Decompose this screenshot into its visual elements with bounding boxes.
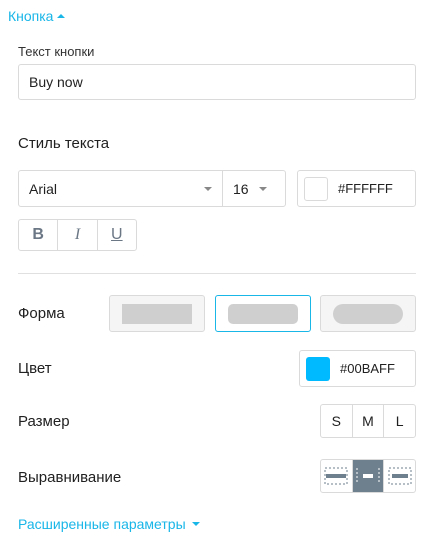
italic-button[interactable]: I: [58, 220, 98, 250]
font-size-value: 16: [233, 180, 249, 197]
button-color-swatch[interactable]: [306, 356, 330, 381]
font-family-select[interactable]: Arial: [19, 171, 223, 206]
text-color-value: #FFFFFF: [338, 181, 393, 196]
align-full-width-button[interactable]: [321, 460, 353, 492]
font-select-group: Arial 16: [18, 170, 286, 207]
bold-button[interactable]: B: [19, 220, 59, 250]
button-text-input[interactable]: Buy now: [18, 64, 416, 100]
color-label: Цвет: [18, 360, 52, 377]
rounded-shape-icon: [228, 303, 298, 324]
chevron-down-icon: [204, 186, 212, 191]
align-center-button[interactable]: [352, 460, 385, 492]
text-style-heading: Стиль текста: [18, 135, 110, 152]
chevron-up-icon: [57, 14, 66, 18]
section-toggle-button[interactable]: Кнопка: [8, 8, 66, 24]
size-button-s[interactable]: S: [321, 405, 353, 437]
alignment-buttons: [320, 459, 416, 493]
underline-button[interactable]: U: [98, 220, 136, 250]
alignment-label: Выравнивание: [18, 469, 122, 486]
divider: [18, 273, 416, 274]
size-button-m[interactable]: M: [353, 405, 385, 437]
font-size-select[interactable]: 16: [223, 171, 285, 206]
section-title: Кнопка: [8, 8, 54, 24]
shape-option-rounded[interactable]: [215, 295, 311, 332]
button-color-field[interactable]: #00BAFF: [299, 350, 416, 387]
square-shape-icon: [122, 303, 192, 324]
size-label: Размер: [18, 413, 70, 430]
shape-label: Форма: [18, 305, 65, 322]
chevron-down-icon: [258, 186, 267, 191]
italic-icon: I: [74, 226, 81, 243]
align-full-width-icon: [324, 467, 348, 485]
align-center-icon: [356, 468, 380, 484]
advanced-settings-label: Расширенные параметры: [18, 516, 186, 532]
button-text-label: Текст кнопки: [18, 44, 95, 59]
shape-option-pill[interactable]: [320, 295, 416, 332]
button-color-value: #00BAFF: [340, 361, 395, 376]
align-left-right-icon: [388, 467, 412, 485]
size-buttons: S M L: [320, 404, 416, 438]
pill-shape-icon: [333, 303, 403, 324]
chevron-down-icon: [191, 522, 200, 526]
bold-icon: B: [32, 226, 44, 243]
text-color-swatch[interactable]: [304, 176, 328, 201]
text-color-field[interactable]: #FFFFFF: [297, 170, 416, 207]
underline-icon: U: [111, 226, 123, 243]
size-button-l[interactable]: L: [384, 405, 415, 437]
advanced-settings-link[interactable]: Расширенные параметры: [18, 516, 200, 532]
font-family-value: Arial: [29, 180, 58, 197]
text-style-buttons: B I U: [18, 219, 137, 251]
align-left-right-button[interactable]: [384, 460, 415, 492]
shape-option-square[interactable]: [109, 295, 205, 332]
